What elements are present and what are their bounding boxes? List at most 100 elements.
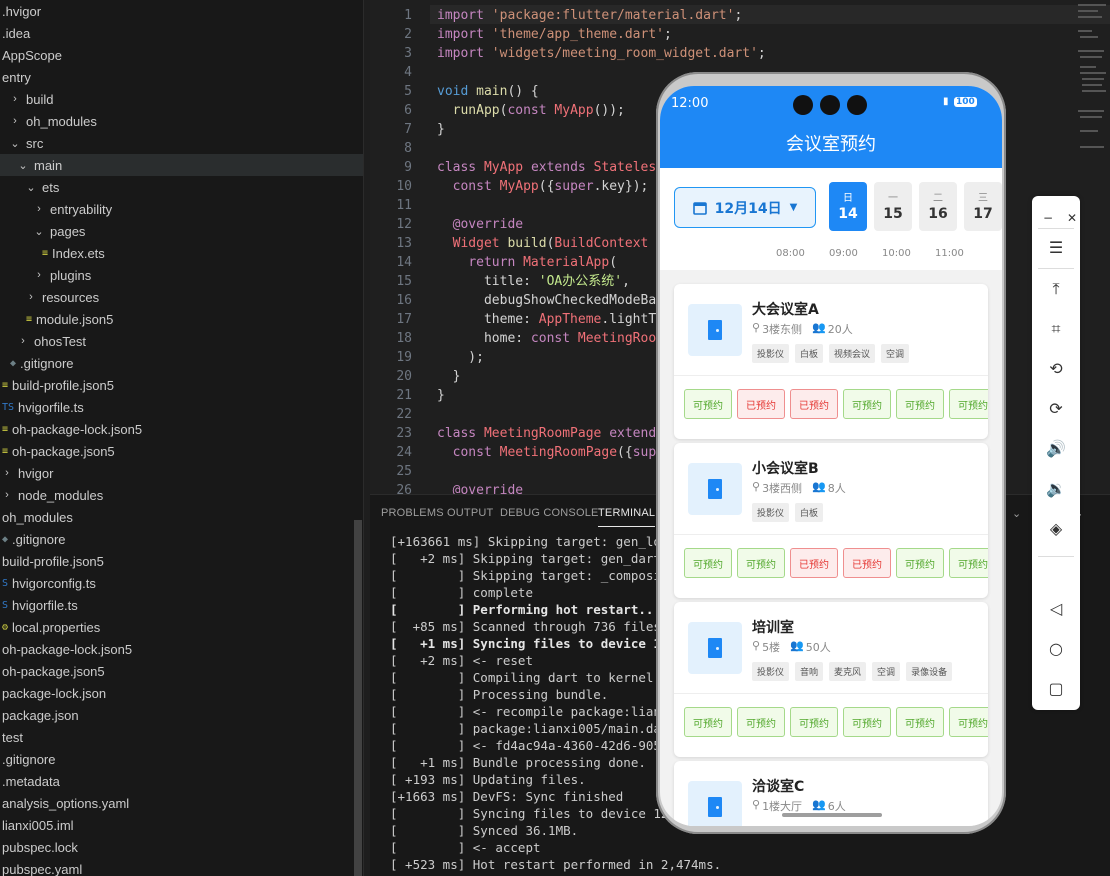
chevron-down-icon[interactable]: ⌄ [10, 137, 20, 150]
tree-item[interactable]: ≡ oh-package.json5 [0, 440, 363, 462]
time-slot-button[interactable]: 可预约 [843, 389, 891, 419]
chevron-down-icon[interactable]: ⌄ [26, 181, 36, 194]
tree-item[interactable]: Shvigorconfig.ts [0, 572, 363, 594]
chevron-right-icon[interactable]: › [34, 269, 44, 281]
tree-item[interactable]: .gitignore [0, 748, 363, 770]
tree-item[interactable]: build-profile.json5 [0, 550, 363, 572]
time-slot-button[interactable]: 已预约 [790, 548, 838, 578]
tree-item[interactable]: pubspec.lock [0, 836, 363, 858]
time-slot-button[interactable]: 可预约 [843, 707, 891, 737]
tree-item[interactable]: .idea [0, 22, 363, 44]
volume-up-icon[interactable]: 🔊 [1032, 439, 1080, 459]
time-slot-button[interactable]: 可预约 [896, 548, 944, 578]
time-slot-button[interactable]: 可预约 [684, 548, 732, 578]
back-icon[interactable]: ◁ [1032, 599, 1080, 619]
time-slot-button[interactable]: 可预约 [896, 389, 944, 419]
tab-output[interactable]: OUTPUT [447, 507, 493, 519]
tree-item[interactable]: ◆ .gitignore [0, 528, 363, 550]
room-card[interactable]: 大会议室A ⚲ 3楼东侧 👥 20人 投影仪 白板 视频会议 空调 可预约 已预约 已预约 可预约 可预约… [674, 284, 988, 439]
day-tab[interactable]: 日 14 [829, 182, 867, 231]
tree-item[interactable]: ◆ .gitignore [0, 352, 363, 374]
recents-icon[interactable]: ▢ [1032, 679, 1080, 699]
code-line[interactable]: home: const MeetingRoom [437, 329, 664, 348]
tree-item[interactable]: oh_modules [0, 506, 363, 528]
chevron-right-icon[interactable]: › [34, 203, 44, 215]
tab-terminal[interactable]: TERMINAL [598, 507, 656, 527]
tree-item[interactable]: ⌄ src [0, 132, 363, 154]
tree-item[interactable]: oh-package.json5 [0, 660, 363, 682]
code-line[interactable]: import 'widgets/meeting_room_widget.dart… [437, 44, 766, 63]
volume-down-icon[interactable]: 🔉 [1032, 479, 1080, 499]
day-tab[interactable]: 二 16 [919, 182, 957, 231]
minimize-icon[interactable]: − [1038, 208, 1058, 228]
time-slot-button[interactable]: 可预约 [949, 389, 988, 419]
code-line[interactable]: const MyApp({super.key}); [437, 177, 649, 196]
pin-top-icon[interactable]: ⤒ [1032, 279, 1080, 299]
code-line[interactable]: class MeetingRoomPage extend [437, 424, 656, 443]
room-card[interactable]: 培训室 ⚲ 5楼 👥 50人 投影仪 音响 麦克风 空调 录像设备 可预约 可预约 可预约 可预约 可预约可… [674, 602, 988, 757]
time-slot-button[interactable]: 可预约 [737, 548, 785, 578]
time-slot-button[interactable]: 可预约 [684, 707, 732, 737]
chevron-down-icon[interactable]: ⌄ [18, 159, 28, 172]
tree-item[interactable]: AppScope [0, 44, 363, 66]
tab-problems[interactable]: PROBLEMS [381, 507, 444, 519]
chevron-down-icon[interactable]: ⌄ [1012, 507, 1021, 520]
home-icon[interactable]: ○ [1032, 639, 1080, 659]
code-line[interactable]: } [437, 367, 461, 386]
tree-item[interactable]: pubspec.yaml [0, 858, 363, 876]
tree-item[interactable]: entry [0, 66, 363, 88]
time-slot-button[interactable]: 可预约 [737, 707, 785, 737]
time-slot-button[interactable]: 可预约 [790, 707, 838, 737]
crop-icon[interactable]: ⌗ [1032, 319, 1080, 339]
time-slot-button[interactable]: 可预约 [949, 707, 988, 737]
code-line[interactable]: const MeetingRoomPage({supe [437, 443, 664, 462]
room-card[interactable]: 小会议室B ⚲ 3楼西侧 👥 8人 投影仪 白板 可预约 可预约 已预约 已预约 可预约 可预约 [674, 443, 988, 598]
chevron-right-icon[interactable]: › [10, 93, 20, 105]
day-tab[interactable]: 一 15 [874, 182, 912, 231]
tree-item[interactable]: › plugins [0, 264, 363, 286]
code-line[interactable]: debugShowCheckedModeBan [437, 291, 664, 310]
tree-item[interactable]: Shvigorfile.ts [0, 594, 363, 616]
time-slot-button[interactable]: 可预约 [684, 389, 732, 419]
tree-item[interactable]: lianxi005.iml [0, 814, 363, 836]
code-line[interactable]: return MaterialApp( [437, 253, 617, 272]
tree-item[interactable]: ⌄ main [0, 154, 363, 176]
rotate-right-icon[interactable]: ⟳ [1032, 399, 1080, 419]
chevron-down-icon[interactable]: ⌄ [34, 225, 44, 238]
close-icon[interactable]: ✕ [1062, 208, 1082, 228]
tree-item[interactable]: › build [0, 88, 363, 110]
home-indicator[interactable] [782, 813, 882, 817]
tree-item[interactable]: › oh_modules [0, 110, 363, 132]
code-line[interactable]: @override [437, 481, 523, 494]
rotate-left-icon[interactable]: ⟲ [1032, 359, 1080, 379]
tree-item[interactable]: .metadata [0, 770, 363, 792]
code-line[interactable]: class MyApp extends Stateles [437, 158, 656, 177]
date-picker-button[interactable]: 12月14日 ▼ [674, 187, 816, 228]
tree-item[interactable]: › ohosTest [0, 330, 363, 352]
time-slot-button[interactable]: 可预约 [949, 548, 988, 578]
tree-item[interactable]: TS hvigorfile.ts [0, 396, 363, 418]
time-slot-button[interactable]: 可预约 [896, 707, 944, 737]
tree-item[interactable]: ≡ build-profile.json5 [0, 374, 363, 396]
code-line[interactable]: ); [437, 348, 484, 367]
tree-item[interactable]: › entryability [0, 198, 363, 220]
tree-item[interactable]: analysis_options.yaml [0, 792, 363, 814]
phone-screen[interactable]: 12:00 ▮ 100 会议室预约 12月14日 ▼ 日 14 一 15 二 16 三 17 … [660, 86, 1002, 826]
tab-debug-console[interactable]: DEBUG CONSOLE [500, 507, 599, 519]
chevron-right-icon[interactable]: › [18, 335, 28, 347]
tree-item[interactable]: package.json [0, 704, 363, 726]
chevron-right-icon[interactable]: › [26, 291, 36, 303]
tree-item[interactable]: ⌄ pages [0, 220, 363, 242]
code-line[interactable]: import 'package:flutter/material.dart'; [437, 6, 750, 25]
code-line[interactable]: import 'theme/app_theme.dart'; [437, 25, 672, 44]
code-line[interactable]: runApp(const MyApp()); [437, 101, 625, 120]
time-slot-button[interactable]: 已预约 [737, 389, 785, 419]
tree-item[interactable]: ⚙ local.properties [0, 616, 363, 638]
code-line[interactable]: title: 'OA办公系统', [437, 272, 630, 291]
menu-icon[interactable]: ☰ [1032, 238, 1080, 258]
tree-item[interactable]: test [0, 726, 363, 748]
tree-item[interactable]: ⌄ ets [0, 176, 363, 198]
explorer-scrollbar[interactable] [354, 520, 362, 876]
tree-item[interactable]: .hvigor [0, 0, 363, 22]
tree-item[interactable]: ≡ Index.ets [0, 242, 363, 264]
